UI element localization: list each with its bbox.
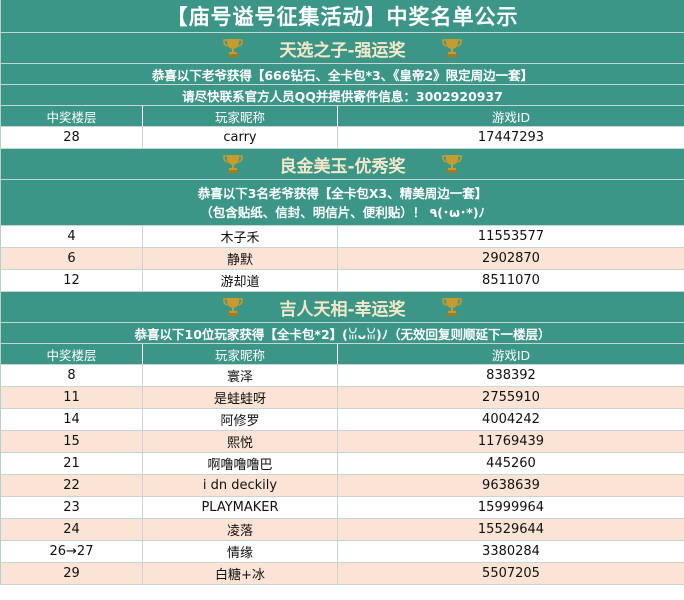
game-id-cell: 17447293 xyxy=(477,130,545,145)
award-header-lucky: 吉人天相-幸运奖 xyxy=(1,292,684,323)
table-row: 14 阿修罗 4004242 xyxy=(1,409,684,431)
prize-notice-line: （包含贴纸、信封、明信片、便利贴）！ ٩(･ω･*)ﾉ xyxy=(200,204,485,220)
floor-cell: 26→27 xyxy=(1,541,143,562)
floor-cell: 11 xyxy=(1,387,143,408)
game-id-cell: 11553577 xyxy=(477,229,545,244)
table-row: 6 静默 2902870 xyxy=(1,248,684,270)
trophy-icon xyxy=(223,298,244,316)
trophy-icon xyxy=(441,155,462,173)
table-row: 11 是蛙蛙呀 2755910 xyxy=(1,387,684,409)
nickname-cell: 是蛙蛙呀 xyxy=(143,387,338,408)
game-id-cell: 3380284 xyxy=(482,544,540,559)
nickname-cell: 凌落 xyxy=(143,519,338,540)
trophy-icon xyxy=(223,39,244,57)
nickname-cell: PLAYMAKER xyxy=(143,497,338,518)
column-header-floor: 中奖楼层 xyxy=(1,344,143,364)
table-header: 中奖楼层 玩家昵称 游戏ID xyxy=(1,106,684,127)
prize-notice: 恭喜以下10位玩家获得【全卡包*2】(ꈍᴗꈍ)ﾉ（无效回复则顺延下一楼层） xyxy=(1,323,684,344)
table-row: 12 游却道 8511070 xyxy=(1,270,684,292)
floor-cell: 12 xyxy=(1,270,143,291)
nickname-cell: 游却道 xyxy=(143,270,338,291)
nickname-cell: 静默 xyxy=(143,248,338,269)
nickname-cell: 白糖+冰 xyxy=(143,563,338,584)
page-title: 【庙号谥号征集活动】中奖名单公示 xyxy=(1,0,684,33)
game-id-cell: 5507205 xyxy=(482,566,540,581)
nickname-cell: 熙悦 xyxy=(143,431,338,452)
table-header: 中奖楼层 玩家昵称 游戏ID xyxy=(1,344,684,365)
game-id-cell: 15529644 xyxy=(477,522,545,537)
floor-cell: 14 xyxy=(1,409,143,430)
award-header-excellent: 良金美玉-优秀奖 xyxy=(1,149,684,180)
game-id-cell: 2755910 xyxy=(482,390,540,405)
table-row: 22 i dn deckily 9638639 xyxy=(1,475,684,497)
nickname-cell: 阿修罗 xyxy=(143,409,338,430)
column-header-floor: 中奖楼层 xyxy=(1,106,143,126)
nickname-cell: i dn deckily xyxy=(143,475,338,496)
table-row: 28 carry 17447293 xyxy=(1,127,684,149)
table-row: 23 PLAYMAKER 15999964 xyxy=(1,497,684,519)
table-row: 29 白糖+冰 5507205 xyxy=(1,563,684,585)
prize-notice: 恭喜以下3名老爷获得【全卡包X3、精美周边一套】 （包含贴纸、信封、明信片、便利… xyxy=(1,180,684,226)
nickname-cell: 啊噜噜噜巴 xyxy=(143,453,338,474)
trophy-icon xyxy=(441,39,462,57)
award-title: 良金美玉-优秀奖 xyxy=(279,156,406,177)
trophy-icon xyxy=(223,155,244,173)
floor-cell: 6 xyxy=(1,248,143,269)
table-row: 4 木子禾 11553577 xyxy=(1,226,684,248)
award-header-grand: 天选之子-强运奖 xyxy=(1,33,684,64)
nickname-cell: carry xyxy=(143,127,338,148)
table-row: 21 啊噜噜噜巴 445260 xyxy=(1,453,684,475)
table-row: 24 凌落 15529644 xyxy=(1,519,684,541)
floor-cell: 15 xyxy=(1,431,143,452)
floor-cell: 24 xyxy=(1,519,143,540)
column-header-game-id: 游戏ID xyxy=(491,109,531,125)
prize-notice: 恭喜以下老爷获得【666钻石、全卡包*3、《皇帝2》限定周边一套】 xyxy=(1,64,684,85)
contact-notice: 请尽快联系官方人员QQ并提供寄件信息：3002920937 xyxy=(1,85,684,106)
nickname-cell: 寰泽 xyxy=(143,365,338,386)
game-id-cell: 4004242 xyxy=(482,412,540,427)
game-id-cell: 8511070 xyxy=(482,273,540,288)
floor-cell: 4 xyxy=(1,226,143,247)
game-id-cell: 445260 xyxy=(486,456,536,471)
award-title: 天选之子-强运奖 xyxy=(279,40,406,61)
game-id-cell: 11769439 xyxy=(477,434,545,449)
floor-cell: 8 xyxy=(1,365,143,386)
table-row: 26→27 情缘 3380284 xyxy=(1,541,684,563)
nickname-cell: 木子禾 xyxy=(143,226,338,247)
nickname-cell: 情缘 xyxy=(143,541,338,562)
column-header-nickname: 玩家昵称 xyxy=(143,344,338,364)
floor-cell: 29 xyxy=(1,563,143,584)
winners-sheet: 【庙号谥号征集活动】中奖名单公示 天选之子-强运奖 恭喜以下老爷获得【666钻石… xyxy=(0,0,684,585)
column-header-game-id: 游戏ID xyxy=(491,347,531,363)
trophy-icon xyxy=(441,298,462,316)
floor-cell: 23 xyxy=(1,497,143,518)
game-id-cell: 9638639 xyxy=(482,478,540,493)
award-title: 吉人天相-幸运奖 xyxy=(279,299,406,320)
floor-cell: 28 xyxy=(1,127,143,148)
game-id-cell: 15999964 xyxy=(477,500,545,515)
game-id-cell: 838392 xyxy=(486,368,536,383)
floor-cell: 21 xyxy=(1,453,143,474)
column-header-nickname: 玩家昵称 xyxy=(143,106,338,126)
prize-notice-line: 恭喜以下3名老爷获得【全卡包X3、精美周边一套】 xyxy=(197,185,488,201)
floor-cell: 22 xyxy=(1,475,143,496)
table-row: 15 熙悦 11769439 xyxy=(1,431,684,453)
table-row: 8 寰泽 838392 xyxy=(1,365,684,387)
game-id-cell: 2902870 xyxy=(482,251,540,266)
